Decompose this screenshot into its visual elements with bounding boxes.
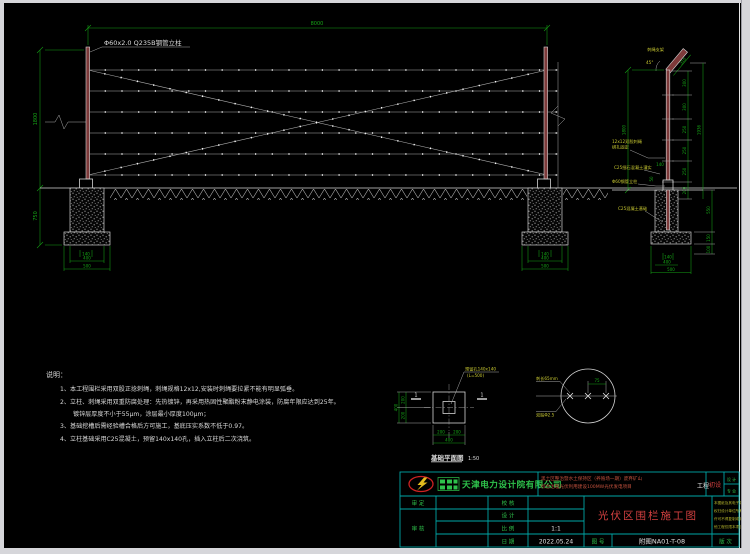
row-jiaohe: 校 核 [502, 499, 515, 507]
svg-text:200: 200 [401, 411, 406, 419]
svg-text:Φ60钢管立柱: Φ60钢管立柱 [612, 178, 638, 185]
plan-scale: 1:50 [468, 456, 479, 462]
number-label: 图 号 [592, 538, 605, 546]
left-post-sleeve [80, 179, 93, 189]
window-edge-top [0, 0, 750, 3]
elevation-view: 8000 Φ60x2.0 Q235B钢管立柱 1800 750 [33, 21, 737, 271]
note-item: 4、立柱基础采用C25混凝土，预留140x140孔，插入立柱后二次浇筑。 [60, 435, 255, 443]
row-sheji: 设 计 [502, 512, 515, 520]
right-post-sleeve [538, 179, 551, 189]
svg-text:200: 200 [401, 396, 406, 404]
left-base-dims: 140 400 500 [64, 246, 110, 271]
svg-text:250: 250 [682, 167, 687, 175]
notes-block: 说明： 1、本工程围栏采用双股正捻刺绳，刺绳规格12x12,安装时刺绳要拉紧不能… [46, 370, 340, 443]
svg-text:400: 400 [394, 403, 399, 411]
svg-text:500: 500 [541, 264, 549, 269]
svg-text:400: 400 [541, 256, 549, 261]
post-spec-label: Φ60x2.0 Q235B钢管立柱 [104, 38, 182, 47]
side-dim-total: 1936 [697, 124, 702, 135]
svg-text:400: 400 [83, 256, 91, 261]
foundation-plan: 1 1 预留孔140x140 (L=500) 200 200 400 200 2… [394, 366, 500, 463]
dim-750: 750 [33, 211, 39, 221]
window-edge-bottom [0, 548, 750, 554]
svg-text:150: 150 [706, 234, 711, 242]
side-found-dims: 550 150 100 [694, 190, 715, 254]
company-logo [409, 477, 433, 492]
scale-value: 1:1 [551, 526, 561, 533]
project-line1: 黑土区整治暨水土保持区（养殖场一期）废弃矿山 [541, 475, 642, 482]
svg-text:100: 100 [706, 245, 711, 253]
barb-spacing-dim: 75 [594, 378, 600, 383]
svg-text:400: 400 [663, 260, 671, 265]
section-mark-left: 1 [414, 393, 417, 399]
right-foundation [528, 188, 562, 232]
drawing-number: 附图NA01-T-08 [639, 537, 685, 546]
svg-text:140: 140 [656, 162, 664, 167]
svg-text:200: 200 [453, 430, 461, 435]
break-mark-left [45, 115, 86, 129]
side-view: 45° 刺绳支架 310 1800 300 300 25 [612, 46, 715, 274]
project-line2: 综合治理光伏利用建设100MW光伏发电项目 [541, 483, 632, 490]
side-base-plate [663, 180, 673, 190]
title-block: 天津电力设计院有限公司 黑土区整治暨水土保持区（养殖场一期）废弃矿山 综合治理光… [400, 472, 750, 547]
side-post [666, 70, 670, 180]
left-post [86, 47, 90, 179]
angle-arc [656, 61, 660, 71]
note-item: 1、本工程围栏采用双股正捻刺绳，刺绳规格12x12,安装时刺绳要拉紧不能有明显弧… [60, 385, 298, 393]
angle-label: 45° [646, 60, 653, 65]
drawing-canvas[interactable]: 8000 Φ60x2.0 Q235B钢管立柱 1800 750 [0, 0, 750, 554]
stage-col-a: 设 计 [727, 476, 736, 482]
note-item: 2、立柱、刺绳采用双重防腐处理：先热镀锌，再采用热固性聚酯粉末静电涂装，防腐年限… [60, 398, 340, 406]
stage-col-b: 专 业 [727, 488, 736, 494]
rev-label: 版 次 [719, 538, 732, 546]
svg-text:C25细石混凝土灌实: C25细石混凝土灌实 [614, 164, 652, 171]
plan-caption: 基础平面图 [430, 453, 464, 462]
right-base-dims: 140 400 500 [522, 246, 568, 271]
svg-text:50: 50 [649, 176, 654, 182]
svg-text:250: 250 [682, 125, 687, 133]
note-item: 3、基础挖槽后需经验槽合格后方可施工，基底压实系数不低于0.97。 [60, 422, 248, 430]
row-shenhe: 审 核 [412, 525, 425, 533]
svg-text:C25混凝土基础: C25混凝土基础 [618, 205, 647, 212]
window-edge-right [741, 0, 750, 554]
svg-text:500: 500 [83, 264, 91, 269]
svg-text:400: 400 [445, 438, 453, 443]
project-label: 工程 [697, 482, 709, 490]
left-foundation [70, 188, 104, 232]
row-riqi: 日 期 [502, 539, 515, 546]
lightning-bolt-icon [417, 478, 428, 491]
date-value: 2022.05.24 [539, 539, 574, 546]
dim-8000: 8000 [311, 21, 324, 27]
section-mark-right: 1 [480, 393, 483, 399]
svg-text:300: 300 [682, 79, 687, 87]
hole-leader: 预留孔140x140 [465, 366, 496, 373]
svg-text:500: 500 [667, 267, 675, 272]
wire-detail: 75 刺长65mm 双股Φ2.5 [536, 369, 617, 423]
wire-spec-label: 双股Φ2.5 [536, 413, 555, 419]
row-shending: 审 定 [412, 499, 425, 507]
stage-value: 初设 [709, 481, 721, 489]
side-dim-1800: 1800 [622, 124, 627, 135]
side-seg-dims: 300 300 250 250 250 200 [672, 71, 692, 199]
window-edge-left [0, 0, 4, 554]
svg-text:200: 200 [437, 430, 445, 435]
note-item: 镀锌层厚度不小于55μm，涂层最小厚度100μm； [73, 410, 210, 418]
drawing-title: 光伏区围栏施工图 [598, 509, 698, 522]
svg-text:250: 250 [682, 146, 687, 154]
svg-text:绑扎固定: 绑扎固定 [612, 144, 629, 151]
company-emblem [438, 478, 459, 491]
dim-1800: 1800 [33, 113, 39, 126]
ground-hatch [110, 189, 527, 200]
arm-label: 刺绳支架 [647, 46, 664, 53]
svg-text:(L=500): (L=500) [467, 373, 484, 378]
notes-title: 说明： [46, 370, 67, 379]
svg-text:300: 300 [682, 103, 687, 111]
svg-text:550: 550 [706, 206, 711, 214]
barbed-wires [88, 70, 558, 175]
side-base-dims: 140 400 500 [651, 246, 691, 274]
right-post [544, 47, 548, 179]
cad-window: 8000 Φ60x2.0 Q235B钢管立柱 1800 750 [0, 0, 750, 554]
row-bili: 比 例 [502, 525, 515, 533]
barb-length-label: 刺长65mm [536, 375, 558, 382]
